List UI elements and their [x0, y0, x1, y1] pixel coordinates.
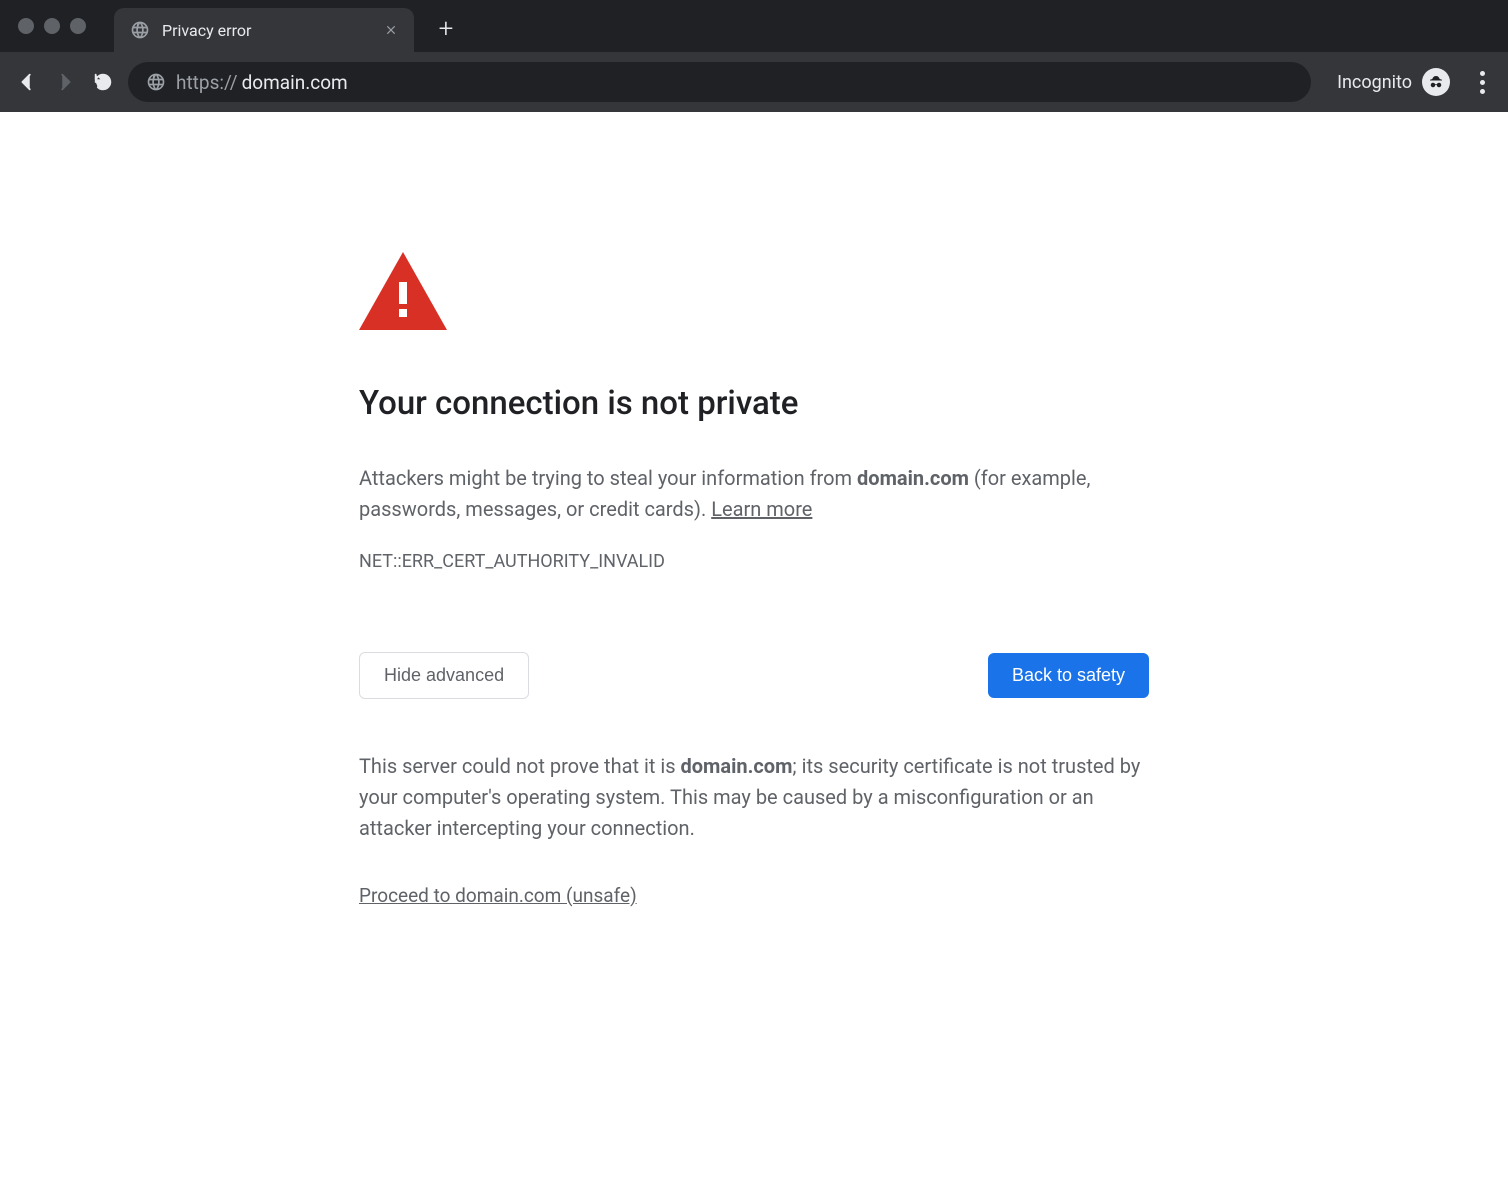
url-domain: domain.com — [242, 71, 348, 94]
incognito-label: Incognito — [1337, 72, 1412, 93]
advanced-description: This server could not prove that it is d… — [359, 751, 1149, 844]
incognito-icon — [1422, 68, 1450, 96]
learn-more-link[interactable]: Learn more — [711, 497, 812, 521]
globe-icon — [146, 72, 166, 92]
warning-domain: domain.com — [857, 466, 969, 490]
toolbar: https://domain.com Incognito — [0, 52, 1508, 112]
warning-description: Attackers might be trying to steal your … — [359, 463, 1149, 525]
window-minimize-button[interactable] — [44, 18, 60, 34]
warning-icon — [359, 252, 1149, 334]
browser-tab[interactable]: Privacy error — [114, 8, 414, 52]
close-icon[interactable] — [384, 23, 398, 37]
back-button[interactable] — [14, 69, 40, 95]
proceed-unsafe-link[interactable]: Proceed to domain.com (unsafe) — [359, 884, 637, 907]
window-close-button[interactable] — [18, 18, 34, 34]
menu-button[interactable] — [1470, 68, 1494, 96]
forward-button[interactable] — [52, 69, 78, 95]
window-controls — [18, 18, 86, 34]
window-maximize-button[interactable] — [70, 18, 86, 34]
tab-strip: Privacy error + — [0, 0, 1508, 52]
back-to-safety-button[interactable]: Back to safety — [988, 653, 1149, 698]
page-content: Your connection is not private Attackers… — [0, 112, 1508, 907]
new-tab-button[interactable]: + — [432, 15, 460, 43]
incognito-indicator: Incognito — [1337, 68, 1450, 96]
error-code: NET::ERR_CERT_AUTHORITY_INVALID — [359, 551, 1149, 572]
browser-chrome: Privacy error + https://domain.com Incog… — [0, 0, 1508, 112]
reload-button[interactable] — [90, 69, 116, 95]
address-bar[interactable]: https://domain.com — [128, 62, 1311, 102]
page-heading: Your connection is not private — [359, 384, 1149, 423]
advanced-domain: domain.com — [681, 754, 793, 778]
tab-title: Privacy error — [162, 21, 372, 40]
hide-advanced-button[interactable]: Hide advanced — [359, 652, 529, 699]
button-row: Hide advanced Back to safety — [359, 652, 1149, 699]
globe-icon — [130, 20, 150, 40]
url-protocol: https:// — [176, 71, 238, 94]
